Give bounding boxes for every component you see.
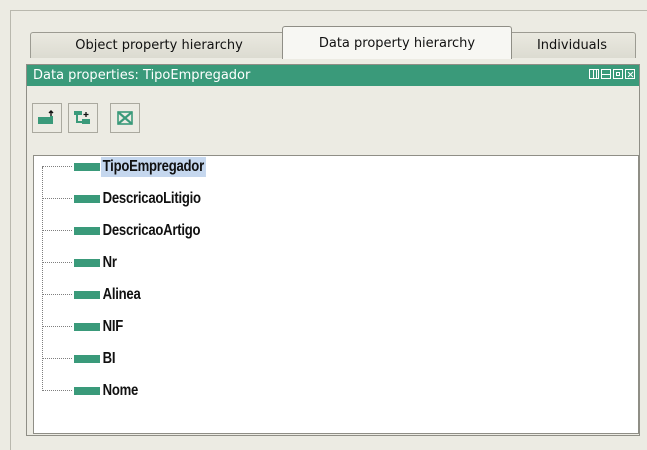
tree-item-label: DescricaoArtigo [102, 222, 201, 239]
data-property-icon [74, 291, 100, 299]
data-property-icon [74, 387, 100, 395]
tree-item[interactable]: BI [42, 348, 120, 370]
window-controls [589, 69, 635, 81]
delete-property-icon [117, 111, 133, 125]
add-sibling-property-icon [74, 111, 90, 124]
tree-item-label: Alinea [102, 286, 141, 303]
tree-item[interactable]: DescricaoLitigio [42, 188, 225, 210]
data-property-icon [74, 323, 100, 331]
tree-item-label: DescricaoLitigio [102, 190, 201, 207]
add-subproperty-icon [38, 110, 54, 124]
panel-title-bar: Data properties: TipoEmpregador [27, 65, 639, 86]
toolbar [32, 103, 140, 135]
split-horizontal-icon[interactable] [601, 69, 611, 79]
property-tree[interactable]: TipoEmpregador DescricaoLitigio Descrica… [33, 155, 639, 434]
data-property-icon [74, 163, 100, 171]
tab-individuals[interactable]: Individuals [508, 32, 636, 58]
tab-bar: Object property hierarchy Individuals Da… [14, 26, 638, 59]
tree-item[interactable]: TipoEmpregador [42, 156, 229, 178]
tab-data-property-hierarchy[interactable]: Data property hierarchy [282, 26, 512, 59]
tree-item-label: Nome [102, 382, 139, 399]
tree-item[interactable]: Alinea [42, 284, 151, 306]
delete-property-button[interactable] [110, 103, 140, 133]
data-property-icon [74, 227, 100, 235]
tree-item-label: NIF [102, 318, 124, 335]
tree-item[interactable]: Nome [42, 380, 148, 402]
data-property-icon [74, 355, 100, 363]
add-sibling-property-button[interactable] [68, 103, 98, 133]
add-subproperty-button[interactable] [32, 103, 62, 133]
tree-item-label: Nr [102, 254, 117, 271]
tree-item-label: TipoEmpregador [101, 157, 206, 177]
tree-item[interactable]: DescricaoArtigo [42, 220, 224, 242]
data-property-icon [74, 259, 100, 267]
data-properties-panel: Data properties: TipoEmpregador TipoEmpr… [26, 64, 640, 436]
data-property-icon [74, 195, 100, 203]
tab-object-property-hierarchy[interactable]: Object property hierarchy [30, 32, 288, 58]
maximize-icon[interactable] [613, 69, 623, 79]
tree-item[interactable]: NIF [42, 316, 130, 338]
tree-item[interactable]: Nr [42, 252, 122, 274]
tree-item-label: BI [102, 350, 116, 367]
close-icon[interactable] [625, 69, 635, 79]
split-vertical-icon[interactable] [589, 69, 599, 79]
panel-title: Data properties: TipoEmpregador [33, 68, 251, 83]
